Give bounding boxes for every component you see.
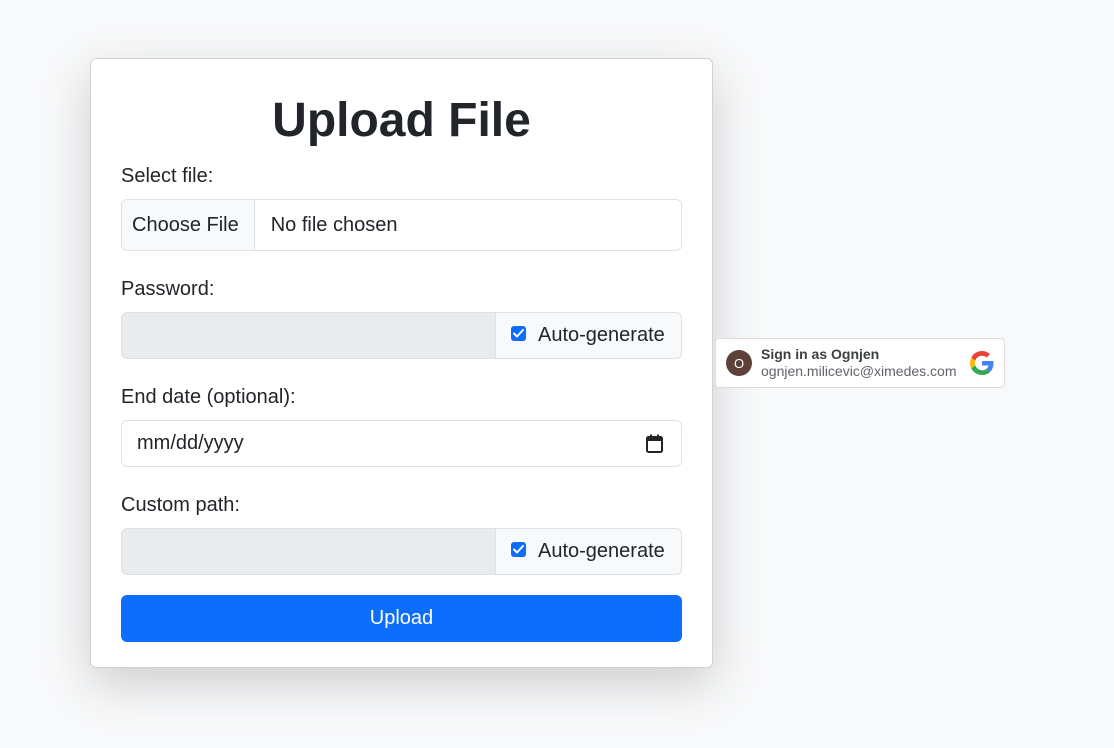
calendar-icon[interactable]	[646, 434, 663, 453]
password-label: Password:	[121, 278, 215, 300]
checkmark-icon	[513, 545, 524, 554]
custom-path-autogen-checkbox[interactable]	[511, 542, 526, 557]
upload-card: Upload File Select file: Choose File No …	[90, 58, 713, 668]
custom-path-input-group: Auto-generate	[121, 528, 682, 575]
password-input	[121, 312, 496, 359]
file-input[interactable]: Choose File No file chosen	[121, 199, 682, 251]
google-signin-text: Sign in as Ognjen ognjen.milicevic@ximed…	[761, 346, 970, 381]
page-title: Upload File	[272, 94, 531, 147]
choose-file-button[interactable]: Choose File	[122, 200, 255, 250]
file-status-text: No file chosen	[270, 213, 398, 236]
password-input-group: Auto-generate	[121, 312, 682, 359]
google-signin-title: Sign in as Ognjen	[761, 345, 880, 362]
avatar: O	[726, 350, 752, 376]
file-label: Select file:	[121, 165, 214, 187]
google-signin-email: ognjen.milicevic@ximedes.com	[761, 363, 957, 379]
upload-button[interactable]: Upload	[121, 595, 682, 642]
custom-path-label: Custom path:	[121, 494, 240, 516]
password-autogen-label: Auto-generate	[538, 324, 665, 346]
custom-path-input	[121, 528, 496, 575]
google-signin-prompt[interactable]: O Sign in as Ognjen ognjen.milicevic@xim…	[715, 338, 1005, 388]
end-date-input[interactable]: mm/dd/yyyy	[121, 420, 682, 467]
custom-path-autogen-toggle[interactable]: Auto-generate	[496, 528, 682, 575]
google-logo-icon	[970, 351, 994, 375]
custom-path-autogen-label: Auto-generate	[538, 540, 665, 562]
checkmark-icon	[513, 329, 524, 338]
password-autogen-toggle[interactable]: Auto-generate	[496, 312, 682, 359]
end-date-label: End date (optional):	[121, 386, 296, 408]
password-autogen-checkbox[interactable]	[511, 326, 526, 341]
end-date-placeholder: mm/dd/yyyy	[137, 432, 244, 454]
